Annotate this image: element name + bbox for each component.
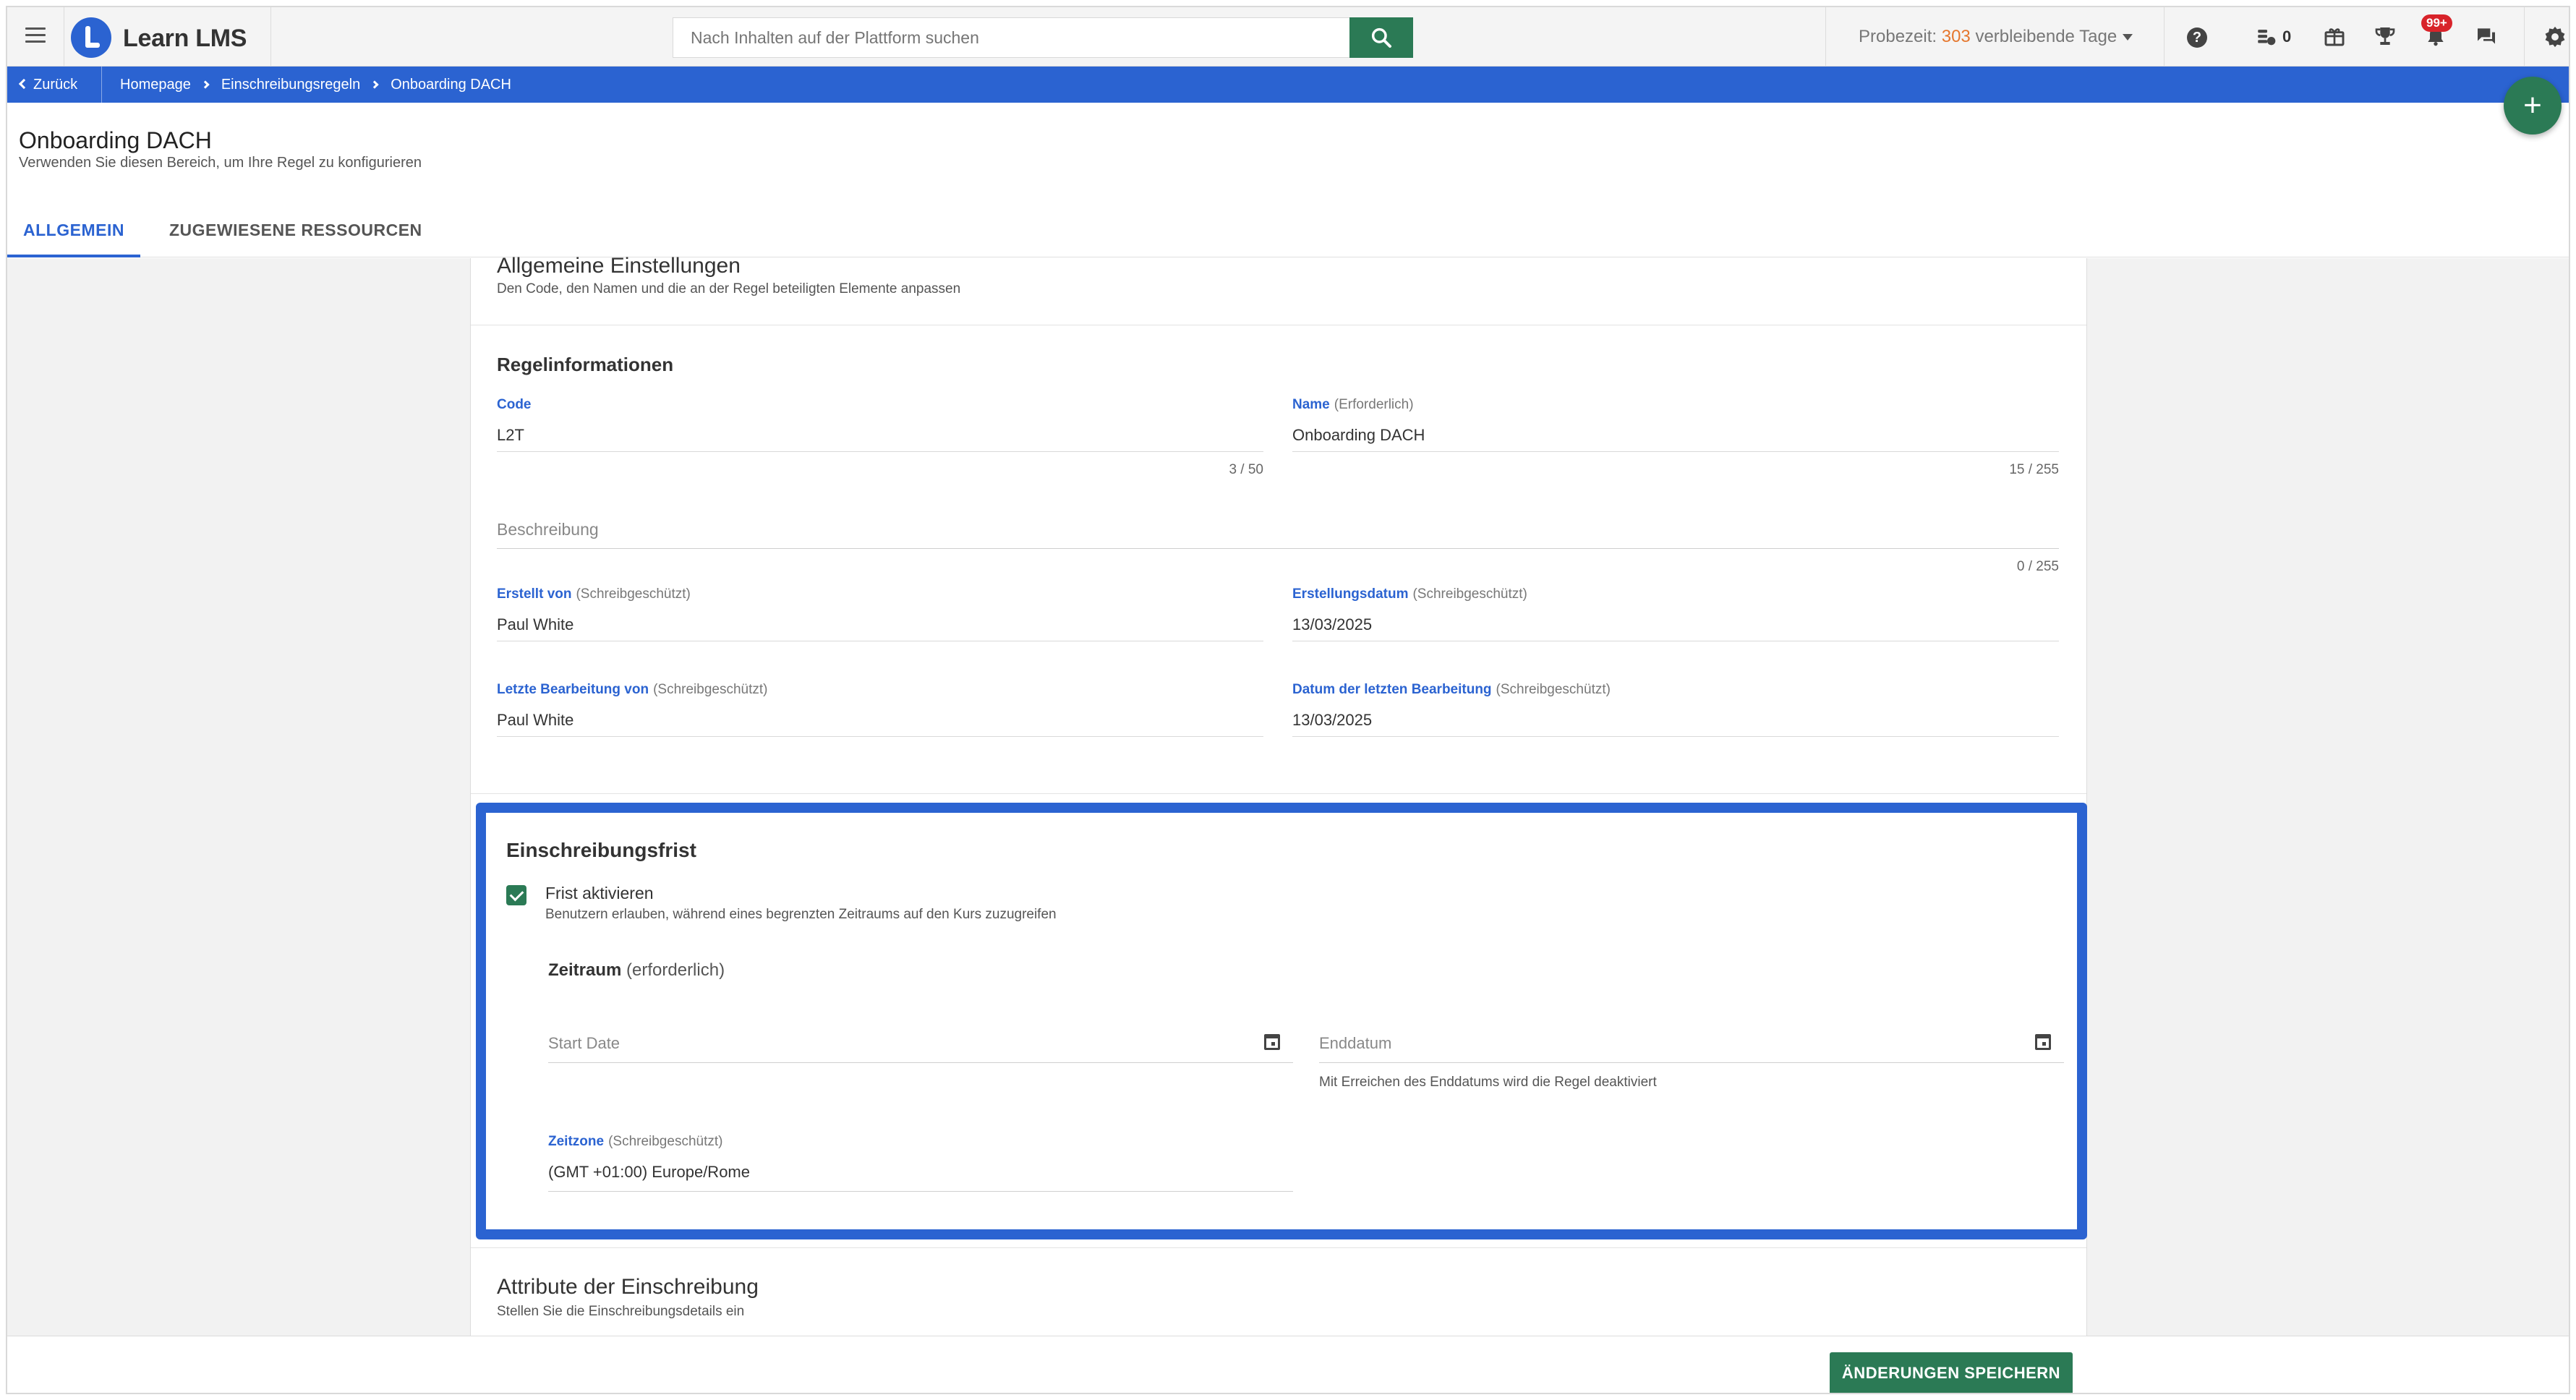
calendar-icon[interactable] bbox=[2035, 1034, 2051, 1050]
description-input[interactable]: Beschreibung bbox=[497, 520, 2059, 549]
app-window: Learn LMS Probezeit: 303 verbleibende Ta… bbox=[6, 6, 2570, 1394]
tab-assigned-resources[interactable]: ZUGEWIESENE RESSOURCEN bbox=[169, 202, 422, 257]
readonly-note: (Schreibgeschützt) bbox=[1412, 586, 1527, 602]
description-counter: 0 / 255 bbox=[2016, 559, 2059, 574]
coins-icon[interactable] bbox=[2255, 25, 2281, 51]
page-subtitle: Verwenden Sie diesen Bereich, um Ihre Re… bbox=[19, 155, 422, 171]
end-date-field[interactable]: Enddatum Mit Erreichen des Enddatums wir… bbox=[1319, 1034, 2064, 1090]
add-button[interactable]: + bbox=[2504, 77, 2562, 135]
last-edit-by-label: Letzte Bearbeitung von bbox=[497, 682, 649, 697]
created-on-field: Erstellungsdatum (Schreibgeschützt) 13/03… bbox=[1292, 586, 2059, 641]
trophy-icon[interactable] bbox=[2374, 25, 2400, 51]
timezone-label: Zeitzone bbox=[548, 1134, 605, 1149]
name-value[interactable]: Onboarding DACH bbox=[1292, 426, 2059, 452]
readonly-note: (Schreibgeschützt) bbox=[576, 586, 691, 602]
period-label: Zeitraum bbox=[548, 960, 622, 980]
save-changes-button[interactable]: ÄNDERUNGEN SPEICHERN bbox=[1830, 1352, 2073, 1393]
footer-bar: ÄNDERUNGEN SPEICHERN bbox=[7, 1336, 2569, 1393]
code-field[interactable]: Code L2T 3 / 50 bbox=[497, 397, 1263, 478]
breadcrumb: Homepage Einschreibungsregeln Onboarding D… bbox=[120, 67, 511, 103]
readonly-note: (Schreibgeschützt) bbox=[653, 682, 768, 697]
top-bar: Learn LMS Probezeit: 303 verbleibende Ta… bbox=[7, 7, 2569, 67]
created-on-value: 13/03/2025 bbox=[1292, 615, 2059, 641]
logo[interactable] bbox=[71, 17, 111, 58]
required-note: (Erforderlich) bbox=[1334, 397, 1414, 412]
trial-prefix: Probezeit: bbox=[1859, 27, 1942, 46]
timezone-field: Zeitzone (Schreibgeschützt) (GMT +01:00) … bbox=[548, 1134, 1293, 1192]
created-on-label: Erstellungsdatum bbox=[1292, 586, 1409, 602]
end-date-input[interactable]: Enddatum bbox=[1319, 1034, 1391, 1052]
name-counter: 15 / 255 bbox=[2009, 462, 2059, 477]
description-field[interactable]: Beschreibung 0 / 255 bbox=[497, 520, 2059, 575]
chevron-right-icon bbox=[370, 80, 379, 89]
divider bbox=[2524, 7, 2525, 67]
divider bbox=[471, 1247, 2086, 1248]
chevron-left-icon bbox=[18, 78, 30, 90]
code-counter: 3 / 50 bbox=[1229, 462, 1263, 477]
page-title: Onboarding DACH bbox=[19, 127, 212, 153]
created-by-field: Erstellt von (Schreibgeschützt) Paul Whit… bbox=[497, 586, 1263, 641]
deadline-checkbox[interactable] bbox=[506, 885, 526, 905]
trial-suffix: verbleibende Tage bbox=[1970, 27, 2117, 46]
gift-icon[interactable] bbox=[2323, 25, 2349, 51]
brand-name[interactable]: Learn LMS bbox=[123, 25, 247, 53]
divider bbox=[1825, 7, 1826, 67]
last-edit-on-value: 13/03/2025 bbox=[1292, 711, 2059, 737]
period-note: (erforderlich) bbox=[626, 960, 725, 980]
end-date-help: Mit Erreichen des Enddatums wird die Reg… bbox=[1319, 1075, 1657, 1090]
period-heading: Zeitraum (erforderlich) bbox=[548, 960, 725, 981]
chevron-right-icon bbox=[201, 80, 210, 89]
notification-badge: 99+ bbox=[2421, 14, 2452, 32]
breadcrumb-homepage[interactable]: Homepage bbox=[120, 77, 191, 93]
created-by-label: Erstellt von bbox=[497, 586, 572, 602]
breadcrumb-bar: Zurück Homepage Einschreibungsregeln Onboa… bbox=[7, 67, 2569, 103]
attributes-title: Attribute der Einschreibung bbox=[497, 1275, 759, 1299]
rule-info-title: Regelinformationen bbox=[497, 354, 674, 375]
checkbox-label[interactable]: Frist aktivieren bbox=[545, 884, 654, 903]
code-label: Code bbox=[497, 397, 532, 412]
name-label: Name bbox=[1292, 397, 1330, 412]
divider bbox=[471, 793, 2086, 794]
start-date-field[interactable]: Start Date bbox=[548, 1034, 1293, 1063]
timezone-value: (GMT +01:00) Europe/Rome bbox=[548, 1163, 1293, 1192]
gear-icon[interactable] bbox=[2543, 25, 2569, 51]
deadline-title: Einschreibungsfrist bbox=[506, 839, 696, 861]
search-icon bbox=[1371, 27, 1391, 48]
chat-icon[interactable] bbox=[2475, 25, 2501, 51]
last-edit-on-field: Datum der letzten Bearbeitung (Schreibges… bbox=[1292, 682, 2059, 737]
last-edit-by-field: Letzte Bearbeitung von (Schreibgeschützt)… bbox=[497, 682, 1263, 737]
search-input[interactable] bbox=[673, 17, 1352, 58]
code-value[interactable]: L2T bbox=[497, 426, 1263, 452]
help-icon[interactable]: ? bbox=[2184, 25, 2210, 51]
general-settings-title: Allgemeine Einstellungen bbox=[497, 254, 741, 278]
menu-icon[interactable] bbox=[22, 23, 49, 51]
tab-general[interactable]: ALLGEMEIN bbox=[7, 202, 140, 257]
divider bbox=[101, 67, 102, 103]
back-label: Zurück bbox=[33, 77, 78, 93]
coins-count: 0 bbox=[2282, 27, 2292, 46]
search-button[interactable] bbox=[1349, 17, 1413, 58]
last-edit-on-label: Datum der letzten Bearbeitung bbox=[1292, 682, 1492, 697]
divider bbox=[2164, 7, 2165, 67]
general-settings-subtitle: Den Code, den Namen und die an der Regel… bbox=[497, 281, 961, 296]
back-button[interactable]: Zurück bbox=[18, 67, 78, 103]
calendar-icon[interactable] bbox=[1264, 1034, 1280, 1050]
breadcrumb-current: Onboarding DACH bbox=[391, 77, 511, 93]
start-date-input[interactable]: Start Date bbox=[548, 1034, 620, 1052]
trial-days: 303 bbox=[1941, 27, 1971, 46]
readonly-note: (Schreibgeschützt) bbox=[1496, 682, 1611, 697]
enrollment-deadline-section: Einschreibungsfrist Frist aktivieren Ben… bbox=[476, 803, 2087, 1239]
attributes-subtitle: Stellen Sie die Einschreibungsdetails ei… bbox=[497, 1304, 745, 1319]
checkbox-help: Benutzern erlauben, während eines begren… bbox=[545, 907, 1057, 922]
last-edit-by-value: Paul White bbox=[497, 711, 1263, 737]
tab-bar: ALLGEMEIN ZUGEWIESENE RESSOURCEN bbox=[7, 202, 2569, 257]
divider bbox=[270, 7, 271, 67]
breadcrumb-enrollment-rules[interactable]: Einschreibungsregeln bbox=[221, 77, 360, 93]
name-field[interactable]: Name (Erforderlich) Onboarding DACH 15 / … bbox=[1292, 397, 2059, 478]
caret-down-icon bbox=[2123, 34, 2133, 41]
created-by-value: Paul White bbox=[497, 615, 1263, 641]
trial-dropdown[interactable]: Probezeit: 303 verbleibende Tage bbox=[1859, 27, 2133, 47]
readonly-note: (Schreibgeschützt) bbox=[608, 1134, 723, 1149]
